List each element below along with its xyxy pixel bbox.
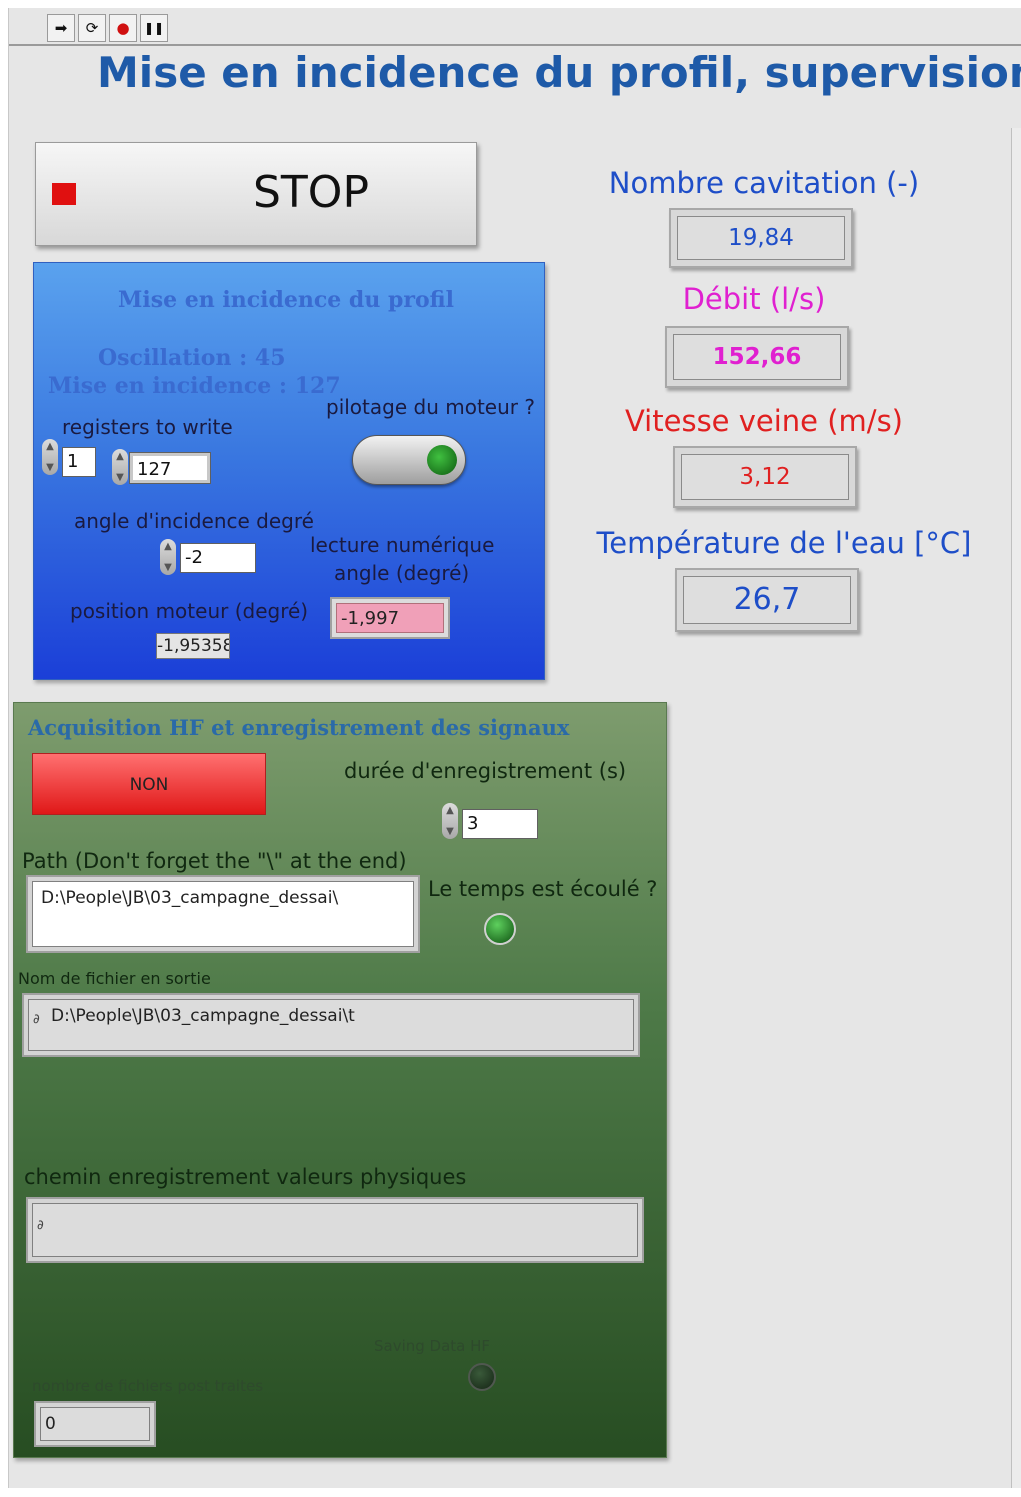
physical-path-value: ∂ xyxy=(32,1203,638,1257)
files-label: nombre de fichiers post traites xyxy=(32,1377,264,1395)
cavitation-indicator: 19,84 xyxy=(669,208,853,268)
readout-label-2: angle (degré) xyxy=(334,561,470,585)
motor-toggle-led-icon xyxy=(427,445,457,475)
acquisition-cluster: Acquisition HF et enregistrement des sig… xyxy=(13,702,667,1458)
oscillation-text: Oscillation : 45 xyxy=(98,345,286,371)
temperature-indicator: 26,7 xyxy=(675,568,859,632)
path-browse-icon: ∂ xyxy=(33,1012,40,1027)
saving-label: Saving Data HF xyxy=(374,1337,491,1355)
vitesse-label: Vitesse veine (m/s) xyxy=(589,404,939,438)
registers-label: registers to write xyxy=(62,415,233,439)
physical-path-icon: ∂ xyxy=(37,1218,44,1233)
angle-label: angle d'incidence degré xyxy=(74,509,314,533)
path-control[interactable]: D:\People\JB\03_campagne_dessai\ xyxy=(26,875,420,953)
output-label: Nom de fichier en sortie xyxy=(18,969,211,988)
angle-readout: -1,997 xyxy=(330,597,450,639)
motor-position-value: -1,95358 xyxy=(156,633,230,659)
saving-led-icon xyxy=(468,1363,496,1391)
stop-button[interactable]: STOP xyxy=(35,142,477,246)
angle-spinner[interactable]: ▲ ▼ xyxy=(160,539,176,575)
files-value: 0 xyxy=(40,1407,150,1441)
front-panel: ➡ ⟳ ● ❚❚ Mise en incidence du profil, su… xyxy=(8,8,1021,1488)
physical-label: chemin enregistrement valeurs physiques xyxy=(24,1165,467,1189)
cavitation-label: Nombre cavitation (-) xyxy=(589,166,939,200)
elapsed-label: Le temps est écoulé ? xyxy=(428,877,658,901)
temperature-label: Température de l'eau [°C] xyxy=(589,526,979,560)
toolbar-divider xyxy=(9,44,1021,46)
incidence-cluster: Mise en incidence du profil Oscillation … xyxy=(33,262,545,680)
continuous-run-icon[interactable]: ⟳ xyxy=(78,14,106,42)
acquisition-cluster-title: Acquisition HF et enregistrement des sig… xyxy=(28,715,570,740)
motor-label: pilotage du moteur ? xyxy=(326,395,535,419)
vitesse-indicator: 3,12 xyxy=(673,446,857,508)
angle-input[interactable]: -2 xyxy=(180,543,256,573)
output-path-indicator: ∂ D:\People\JB\03_campagne_dessai\t xyxy=(22,993,640,1057)
position-label: position moteur (degré) xyxy=(70,599,309,623)
readout-label-1: lecture numérique xyxy=(310,533,495,557)
output-path-text: D:\People\JB\03_campagne_dessai\t xyxy=(51,1006,355,1026)
stop-button-label: STOP xyxy=(253,167,369,218)
debit-label-text: Débit (l/s) xyxy=(682,282,826,316)
vitesse-value: 3,12 xyxy=(681,454,849,500)
output-path-value: ∂ D:\People\JB\03_campagne_dessai\t xyxy=(28,999,634,1051)
path-label: Path (Don't forget the "\" at the end) xyxy=(22,849,407,873)
vitesse-label-text: Vitesse veine (m/s) xyxy=(624,404,903,438)
physical-path-indicator: ∂ xyxy=(26,1197,644,1263)
toolbar: ➡ ⟳ ● ❚❚ xyxy=(47,14,168,44)
incidence-cluster-title: Mise en incidence du profil xyxy=(118,287,454,313)
cavitation-value: 19,84 xyxy=(677,216,845,260)
debit-indicator: 152,66 xyxy=(665,326,849,388)
record-button[interactable]: NON xyxy=(32,753,266,815)
run-arrow-icon[interactable]: ➡ xyxy=(47,14,75,42)
duration-input[interactable]: 3 xyxy=(462,809,538,839)
incidence-text: Mise en incidence : 127 xyxy=(48,373,341,399)
register-value-spinner[interactable]: ▲ ▼ xyxy=(112,449,128,485)
debit-label: Débit (l/s) xyxy=(589,282,939,316)
path-input[interactable]: D:\People\JB\03_campagne_dessai\ xyxy=(32,881,414,947)
panel-edge xyxy=(1011,128,1021,1488)
abort-icon[interactable]: ● xyxy=(109,14,137,42)
cavitation-label-text: Nombre cavitation (-) xyxy=(608,166,920,200)
register-count-spinner[interactable]: ▲ ▼ xyxy=(42,439,58,475)
duration-spinner[interactable]: ▲ ▼ xyxy=(442,803,458,839)
register-value-field[interactable]: 127 xyxy=(129,452,211,484)
temperature-label-text: Température de l'eau [°C] xyxy=(596,526,972,560)
files-indicator: 0 xyxy=(34,1401,156,1447)
debit-value: 152,66 xyxy=(673,334,841,380)
motor-toggle[interactable] xyxy=(352,435,466,485)
pause-icon[interactable]: ❚❚ xyxy=(140,14,168,42)
angle-readout-value: -1,997 xyxy=(336,603,444,633)
duration-label: durée d'enregistrement (s) xyxy=(344,759,627,783)
elapsed-led-icon xyxy=(484,913,516,945)
temperature-value: 26,7 xyxy=(683,576,851,624)
register-count-field[interactable]: 1 xyxy=(62,447,96,477)
page-title: Mise en incidence du profil, supervision xyxy=(97,48,1021,97)
